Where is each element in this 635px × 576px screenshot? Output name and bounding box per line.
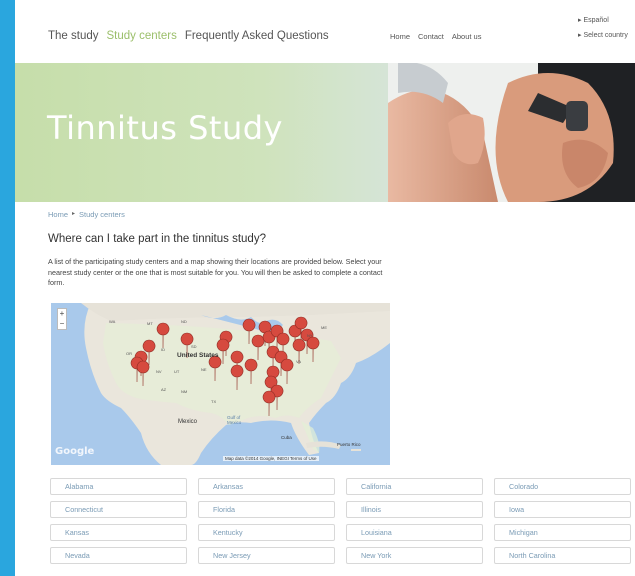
breadcrumb: Home ▸ Study centers	[48, 210, 125, 219]
study-centers-map[interactable]: WA MT ND OR ID SD NV UT NE AZ NM TX ME NY VA Unite…	[51, 303, 390, 465]
page-heading: Where can I take part in the tinnitus st…	[48, 233, 266, 245]
nav-home[interactable]: Home	[390, 32, 410, 41]
svg-text:ND: ND	[181, 319, 187, 324]
select-country-link[interactable]: ▸ Select country	[578, 28, 628, 43]
zoom-in-button[interactable]: +	[58, 309, 66, 319]
state-button-arkansas[interactable]: Arkansas	[198, 478, 335, 495]
secondary-nav: Home Contact About us	[390, 32, 481, 41]
map-label-united-states: United States	[177, 352, 219, 359]
state-button-michigan[interactable]: Michigan	[494, 524, 631, 541]
hero-banner: Tinnitus Study	[15, 63, 635, 202]
hero-title: Tinnitus Study	[47, 109, 283, 147]
svg-text:ME: ME	[321, 325, 327, 330]
map-label-puerto-rico: Puerto Rico	[337, 442, 361, 447]
map-canvas[interactable]: WA MT ND OR ID SD NV UT NE AZ NM TX ME NY VA	[51, 303, 390, 465]
top-navigation: The study Study centers Frequently Asked…	[15, 0, 635, 62]
breadcrumb-current[interactable]: Study centers	[79, 210, 125, 219]
state-button-florida[interactable]: Florida	[198, 501, 335, 518]
state-button-kansas[interactable]: Kansas	[50, 524, 187, 541]
state-button-illinois[interactable]: Illinois	[346, 501, 483, 518]
svg-text:NE: NE	[201, 367, 207, 372]
map-label-mexico: Mexico	[178, 419, 198, 425]
intro-text: A list of the participating study center…	[48, 257, 383, 287]
nav-faq[interactable]: Frequently Asked Questions	[185, 30, 329, 42]
svg-text:OR: OR	[126, 351, 132, 356]
google-logo: Google	[55, 446, 95, 457]
language-espanol-link[interactable]: ▸ Español	[578, 13, 628, 28]
svg-text:ID: ID	[161, 347, 165, 352]
map-label-gulf: Gulf of Mexico	[227, 415, 242, 425]
state-button-nevada[interactable]: Nevada	[50, 547, 187, 564]
svg-text:NY: NY	[307, 333, 313, 338]
svg-text:NM: NM	[181, 389, 187, 394]
svg-text:MT: MT	[147, 321, 153, 326]
hero-photo	[388, 63, 635, 202]
state-button-north-carolina[interactable]: North Carolina	[494, 547, 631, 564]
map-attribution[interactable]: Map data ©2014 Google, INEGI Terms of Us…	[223, 456, 319, 461]
svg-text:WA: WA	[109, 319, 116, 324]
state-button-iowa[interactable]: Iowa	[494, 501, 631, 518]
state-button-california[interactable]: California	[346, 478, 483, 495]
breadcrumb-home[interactable]: Home	[48, 210, 68, 219]
svg-text:NV: NV	[156, 369, 162, 374]
map-label-cuba: Cuba	[281, 435, 292, 440]
state-button-colorado[interactable]: Colorado	[494, 478, 631, 495]
language-selector: ▸ Español ▸ Select country	[578, 13, 628, 43]
zoom-out-button[interactable]: −	[58, 319, 66, 329]
svg-text:UT: UT	[174, 369, 180, 374]
main-nav: The study Study centers Frequently Asked…	[48, 30, 329, 42]
state-button-new-jersey[interactable]: New Jersey	[198, 547, 335, 564]
state-button-connecticut[interactable]: Connecticut	[50, 501, 187, 518]
state-button-louisiana[interactable]: Louisiana	[346, 524, 483, 541]
nav-the-study[interactable]: The study	[48, 30, 99, 42]
nav-study-centers[interactable]: Study centers	[107, 30, 177, 42]
map-zoom-control: + −	[57, 308, 67, 330]
state-button-new-york[interactable]: New York	[346, 547, 483, 564]
breadcrumb-separator-icon: ▸	[72, 211, 76, 217]
page: The study Study centers Frequently Asked…	[15, 0, 635, 576]
state-button-kentucky[interactable]: Kentucky	[198, 524, 335, 541]
svg-text:AZ: AZ	[161, 387, 167, 392]
nav-contact[interactable]: Contact	[418, 32, 444, 41]
nav-about-us[interactable]: About us	[452, 32, 482, 41]
svg-text:SD: SD	[191, 344, 197, 349]
svg-text:VA: VA	[296, 359, 301, 364]
svg-text:TX: TX	[211, 399, 216, 404]
state-button-alabama[interactable]: Alabama	[50, 478, 187, 495]
